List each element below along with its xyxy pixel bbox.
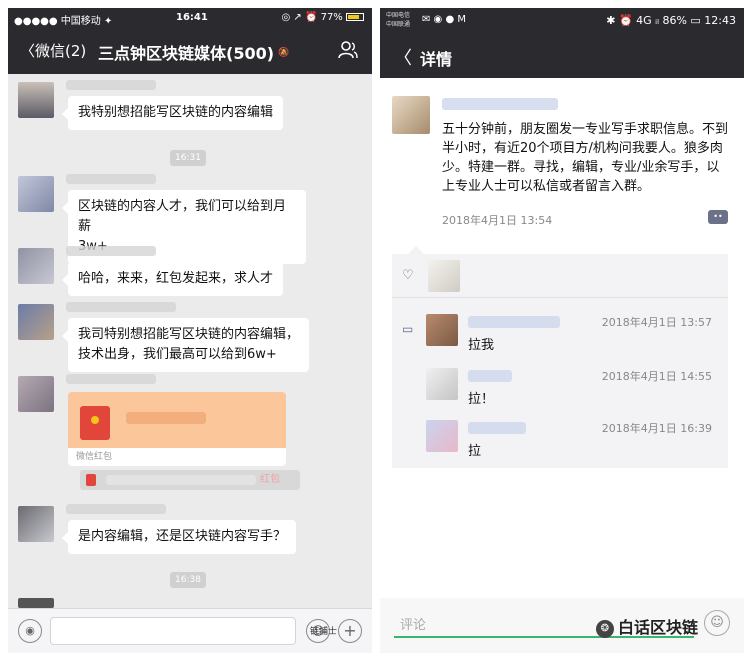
avatar[interactable]	[18, 506, 54, 542]
sender-name-blurred	[66, 174, 156, 184]
mute-icon: 🔕	[278, 48, 290, 58]
comment-time: 2018年4月1日 14:55	[601, 370, 712, 383]
status-bar: ●●●●● 中国移动 ✦ 16:41 ◎ ↗ ⏰ 77%	[8, 8, 372, 28]
commenter-avatar[interactable]	[426, 368, 458, 400]
more-button[interactable]: +	[338, 619, 362, 643]
message-input[interactable]	[50, 617, 296, 645]
watermark-text: 白话区块链	[618, 618, 699, 637]
message-bubble[interactable]: 是内容编辑，还是区块链内容写手？	[61, 520, 297, 554]
comment-text: 拉！	[468, 392, 495, 407]
red-packet-link[interactable]: 红包	[260, 470, 280, 490]
left-chat-screen: ●●●●● 中国移动 ✦ 16:41 ◎ ↗ ⏰ 77% 〈微信(2) 三点钟区…	[8, 8, 372, 653]
avatar[interactable]	[18, 304, 54, 340]
watermark-text: 链捕士	[310, 627, 338, 637]
status-right: ✱ ⏰ 4G ᵢₗ 86% ▭ 12:43	[606, 14, 736, 27]
status-right: ◎ ↗ ⏰ 77%	[281, 12, 364, 23]
carrier-label: 中国电信 中国联通	[386, 12, 411, 28]
post-time: 2018年4月1日 13:54	[442, 214, 553, 227]
sender-name-blurred	[66, 504, 166, 514]
author-name-blurred[interactable]	[442, 98, 558, 110]
comment-menu-button[interactable]: ••	[708, 210, 728, 224]
back-button[interactable]: 〈微信(2)	[20, 40, 86, 61]
battery-icon	[346, 13, 364, 21]
chat-message: 微信红包	[18, 374, 358, 470]
emoji-button[interactable]: ☺	[704, 610, 730, 636]
avatar[interactable]	[18, 248, 54, 284]
chat-title: 三点钟区块链媒体(500)	[98, 44, 275, 63]
back-button[interactable]: 〈	[394, 44, 412, 70]
chat-message: 是内容编辑，还是区块链内容写手？	[18, 504, 358, 566]
notification-icons: ✉ ◉ ● M	[422, 14, 466, 25]
chat-navbar: 〈微信(2) 三点钟区块链媒体(500) 🔕	[8, 28, 372, 74]
group-icon	[338, 41, 358, 59]
right-detail-screen: 中国电信 中国联通 ✉ ◉ ● M ✱ ⏰ 4G ᵢₗ 86% ▭ 12:43 …	[380, 8, 744, 653]
commenter-avatar[interactable]	[426, 314, 458, 346]
comment-item[interactable]: 2018年4月1日 16:39 拉	[426, 420, 722, 460]
comment-text: 拉	[468, 444, 482, 459]
commenter-name-blurred[interactable]	[468, 422, 526, 434]
likes-comments-panel: ♡ ▭ 2018年4月1日 13:57 拉我 2018年4月1日 14:55 拉…	[392, 246, 728, 468]
chat-message: 哈哈，来来，红包发起来，求人才	[18, 246, 358, 308]
clock: 16:41	[176, 12, 208, 23]
chat-message: 区块链的内容人才，我们可以给到月薪 3w+	[18, 174, 358, 264]
avatar[interactable]	[18, 176, 54, 212]
time-divider: 16:31	[170, 150, 206, 166]
watermark: ❂ 白话区块链	[596, 614, 698, 638]
message-bubble[interactable]: 我司特别想招能写区块链的内容编辑， 技术出身，我们最高可以给到6w+	[61, 318, 310, 372]
watermark-icon: ❂	[596, 619, 614, 638]
page-title: 详情	[420, 50, 453, 69]
chevron-left-icon: 〈	[20, 42, 36, 60]
avatar[interactable]	[18, 82, 54, 118]
comment-time: 2018年4月1日 16:39	[601, 422, 712, 435]
voice-button[interactable]: ◉	[18, 619, 42, 643]
sender-name-blurred	[66, 374, 156, 384]
red-envelope-icon	[80, 406, 110, 440]
chat-message: 我司特别想招能写区块链的内容编辑， 技术出身，我们最高可以给到6w+	[18, 302, 358, 374]
comment-time: 2018年4月1日 13:57	[601, 316, 712, 329]
system-message-blurred	[106, 475, 256, 485]
comment-icon: ▭	[402, 322, 414, 336]
commenter-name-blurred[interactable]	[468, 316, 560, 328]
sender-name-blurred	[66, 302, 176, 312]
sender-name-blurred	[66, 246, 156, 256]
detail-navbar: 〈 详情	[380, 34, 744, 78]
comment-text: 拉我	[468, 338, 495, 353]
message-bubble[interactable]: 我特别想招能写区块链的内容编辑	[61, 96, 284, 130]
red-envelope-icon	[86, 474, 96, 486]
author-avatar[interactable]	[392, 96, 430, 134]
group-members-button[interactable]	[338, 40, 358, 64]
sender-name-blurred	[66, 80, 156, 90]
avatar[interactable]	[18, 598, 54, 608]
message-bubble[interactable]: 哈哈，来来，红包发起来，求人才	[61, 262, 284, 296]
carrier-label: ●●●●● 中国移动 ✦	[14, 16, 113, 27]
liker-avatar[interactable]	[428, 260, 460, 292]
heart-icon: ♡	[402, 268, 414, 283]
commenter-name-blurred[interactable]	[468, 370, 512, 382]
post-text: 五十分钟前，朋友圈发一专业写手求职信息。不到半小时，有近20个项目方/机构问我要…	[442, 122, 729, 194]
status-bar: 中国电信 中国联通 ✉ ◉ ● M ✱ ⏰ 4G ᵢₗ 86% ▭ 12:43	[380, 8, 744, 34]
commenter-avatar[interactable]	[426, 420, 458, 452]
time-divider: 16:38	[170, 572, 206, 588]
chat-message: 我特别想招能写区块链的内容编辑	[18, 80, 358, 142]
red-packet-card[interactable]: 微信红包	[68, 392, 286, 466]
system-message: 红包	[80, 470, 300, 490]
red-packet-greeting-blurred	[126, 412, 206, 424]
avatar[interactable]	[18, 376, 54, 412]
chat-message-partial	[18, 598, 358, 608]
red-packet-footer: 微信红包	[68, 448, 286, 466]
likes-row: ♡	[392, 254, 728, 298]
comment-item[interactable]: 2018年4月1日 14:55 拉！	[426, 368, 722, 408]
comment-item[interactable]: 2018年4月1日 13:57 拉我	[426, 314, 722, 354]
